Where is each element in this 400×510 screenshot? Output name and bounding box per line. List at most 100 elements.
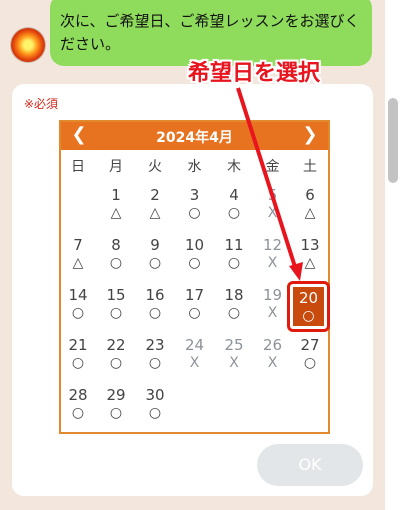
calendar-day[interactable]: 30 ○ xyxy=(136,386,174,422)
day-number: 11 xyxy=(224,236,244,254)
availability-mark: X xyxy=(189,355,200,371)
calendar-day-selected[interactable]: 20 ○ xyxy=(293,287,324,326)
availability-mark: ○ xyxy=(148,355,162,371)
calendar-day[interactable]: 8 ○ xyxy=(97,236,135,272)
availability-mark: ○ xyxy=(148,305,162,321)
availability-mark: ○ xyxy=(148,405,162,421)
day-number: 17 xyxy=(184,286,205,304)
calendar-day[interactable]: 29 ○ xyxy=(97,386,135,422)
availability-mark: △ xyxy=(72,255,84,271)
calendar-day[interactable]: 16 ○ xyxy=(136,286,174,322)
calendar-day[interactable]: 10 ○ xyxy=(175,236,214,272)
availability-mark: X xyxy=(229,355,239,371)
calendar-day[interactable]: 2 △ xyxy=(136,186,174,222)
weekday-header: 土 xyxy=(303,159,317,175)
day-number: 26 xyxy=(262,336,283,354)
ok-button[interactable]: OK xyxy=(257,444,363,486)
weekday-header: 日 xyxy=(71,159,85,175)
availability-mark: ○ xyxy=(188,255,201,271)
annotation-text: 希望日を選択 xyxy=(188,61,321,86)
calendar-day: 19 X xyxy=(254,286,291,322)
day-number: 19 xyxy=(262,286,283,304)
availability-mark: X xyxy=(267,355,278,371)
day-number: 1 xyxy=(111,186,121,204)
calendar-day[interactable]: 15 ○ xyxy=(97,286,135,322)
day-number: 7 xyxy=(73,236,83,254)
calendar-day[interactable]: 14 ○ xyxy=(61,286,95,322)
day-number: 22 xyxy=(106,336,126,354)
availability-mark: ○ xyxy=(71,305,85,321)
calendar-title: 2024年4月 xyxy=(156,130,233,146)
availability-mark: ○ xyxy=(227,255,241,271)
calendar-day[interactable]: 22 ○ xyxy=(97,336,135,372)
chevron-right-icon[interactable]: ❯ xyxy=(298,124,322,148)
scrollbar-thumb[interactable] xyxy=(388,98,398,183)
day-number: 21 xyxy=(68,336,88,354)
availability-mark: ○ xyxy=(109,255,123,271)
day-number: 6 xyxy=(305,186,315,204)
calendar-day[interactable]: 11 ○ xyxy=(215,236,253,272)
availability-mark: ○ xyxy=(148,255,162,271)
calendar-day[interactable]: 13 △ xyxy=(291,236,329,272)
calendar-day[interactable]: 1 △ xyxy=(97,186,135,222)
weekday-header: 月 xyxy=(109,159,123,175)
day-number: 3 xyxy=(189,186,200,204)
calendar-day[interactable]: 27 ○ xyxy=(291,336,329,372)
bot-avatar xyxy=(11,28,45,62)
availability-mark: ○ xyxy=(109,305,123,321)
day-number: 24 xyxy=(184,336,205,354)
day-number: 9 xyxy=(150,236,160,254)
calendar-day[interactable]: 28 ○ xyxy=(61,386,95,422)
availability-mark: X xyxy=(267,305,278,321)
availability-mark: ○ xyxy=(227,205,241,221)
weekday-header: 火 xyxy=(148,159,162,175)
calendar-header: ❮ 2024年4月 ❯ xyxy=(61,122,328,150)
day-number: 8 xyxy=(111,236,121,254)
calendar-day[interactable]: 21 ○ xyxy=(61,336,95,372)
availability-mark: △ xyxy=(304,255,316,271)
selected-day-highlight[interactable]: 20 ○ xyxy=(287,281,330,332)
availability-mark: △ xyxy=(110,205,122,221)
availability-mark: △ xyxy=(149,205,161,221)
calendar-day[interactable]: 23 ○ xyxy=(136,336,174,372)
calendar-day: 25 X xyxy=(215,336,253,372)
day-number: 14 xyxy=(68,286,88,304)
availability-mark: ○ xyxy=(109,405,123,421)
day-number: 29 xyxy=(106,386,126,404)
calendar-day[interactable]: 3 ○ xyxy=(175,186,214,222)
calendar-day: 12 X xyxy=(254,236,291,272)
availability-mark: ○ xyxy=(227,305,241,321)
required-label: ※必須 xyxy=(24,97,59,111)
day-number: 10 xyxy=(184,236,205,254)
calendar-day[interactable]: 6 △ xyxy=(291,186,329,222)
day-number: 20 xyxy=(298,289,319,307)
day-number: 25 xyxy=(224,336,244,354)
availability-mark: X xyxy=(267,205,278,221)
day-number: 4 xyxy=(229,186,239,204)
availability-mark: ○ xyxy=(71,355,85,371)
day-number: 12 xyxy=(262,236,283,254)
availability-mark: X xyxy=(267,255,278,271)
calendar-day[interactable]: 17 ○ xyxy=(175,286,214,322)
calendar-day: 24 X xyxy=(175,336,214,372)
day-number: 30 xyxy=(145,386,165,404)
day-number: 2 xyxy=(150,186,160,204)
calendar-day[interactable]: 7 △ xyxy=(61,236,95,272)
calendar-day: 26 X xyxy=(254,336,291,372)
availability-mark: ○ xyxy=(109,355,123,371)
day-number: 27 xyxy=(300,336,320,354)
weekday-header: 金 xyxy=(265,159,280,175)
day-number: 28 xyxy=(68,386,88,404)
day-number: 16 xyxy=(145,286,165,304)
weekday-header: 水 xyxy=(187,159,202,175)
availability-mark: ○ xyxy=(303,355,317,371)
calendar-day[interactable]: 18 ○ xyxy=(215,286,253,322)
day-number: 15 xyxy=(106,286,126,304)
day-number: 5 xyxy=(267,186,278,204)
day-number: 23 xyxy=(145,336,165,354)
availability-mark: ○ xyxy=(188,205,201,221)
calendar-day: 5X xyxy=(254,186,291,222)
calendar-day[interactable]: 9 ○ xyxy=(136,236,174,272)
calendar-day[interactable]: 4 ○ xyxy=(215,186,253,222)
scrollbar-track[interactable] xyxy=(385,0,400,510)
